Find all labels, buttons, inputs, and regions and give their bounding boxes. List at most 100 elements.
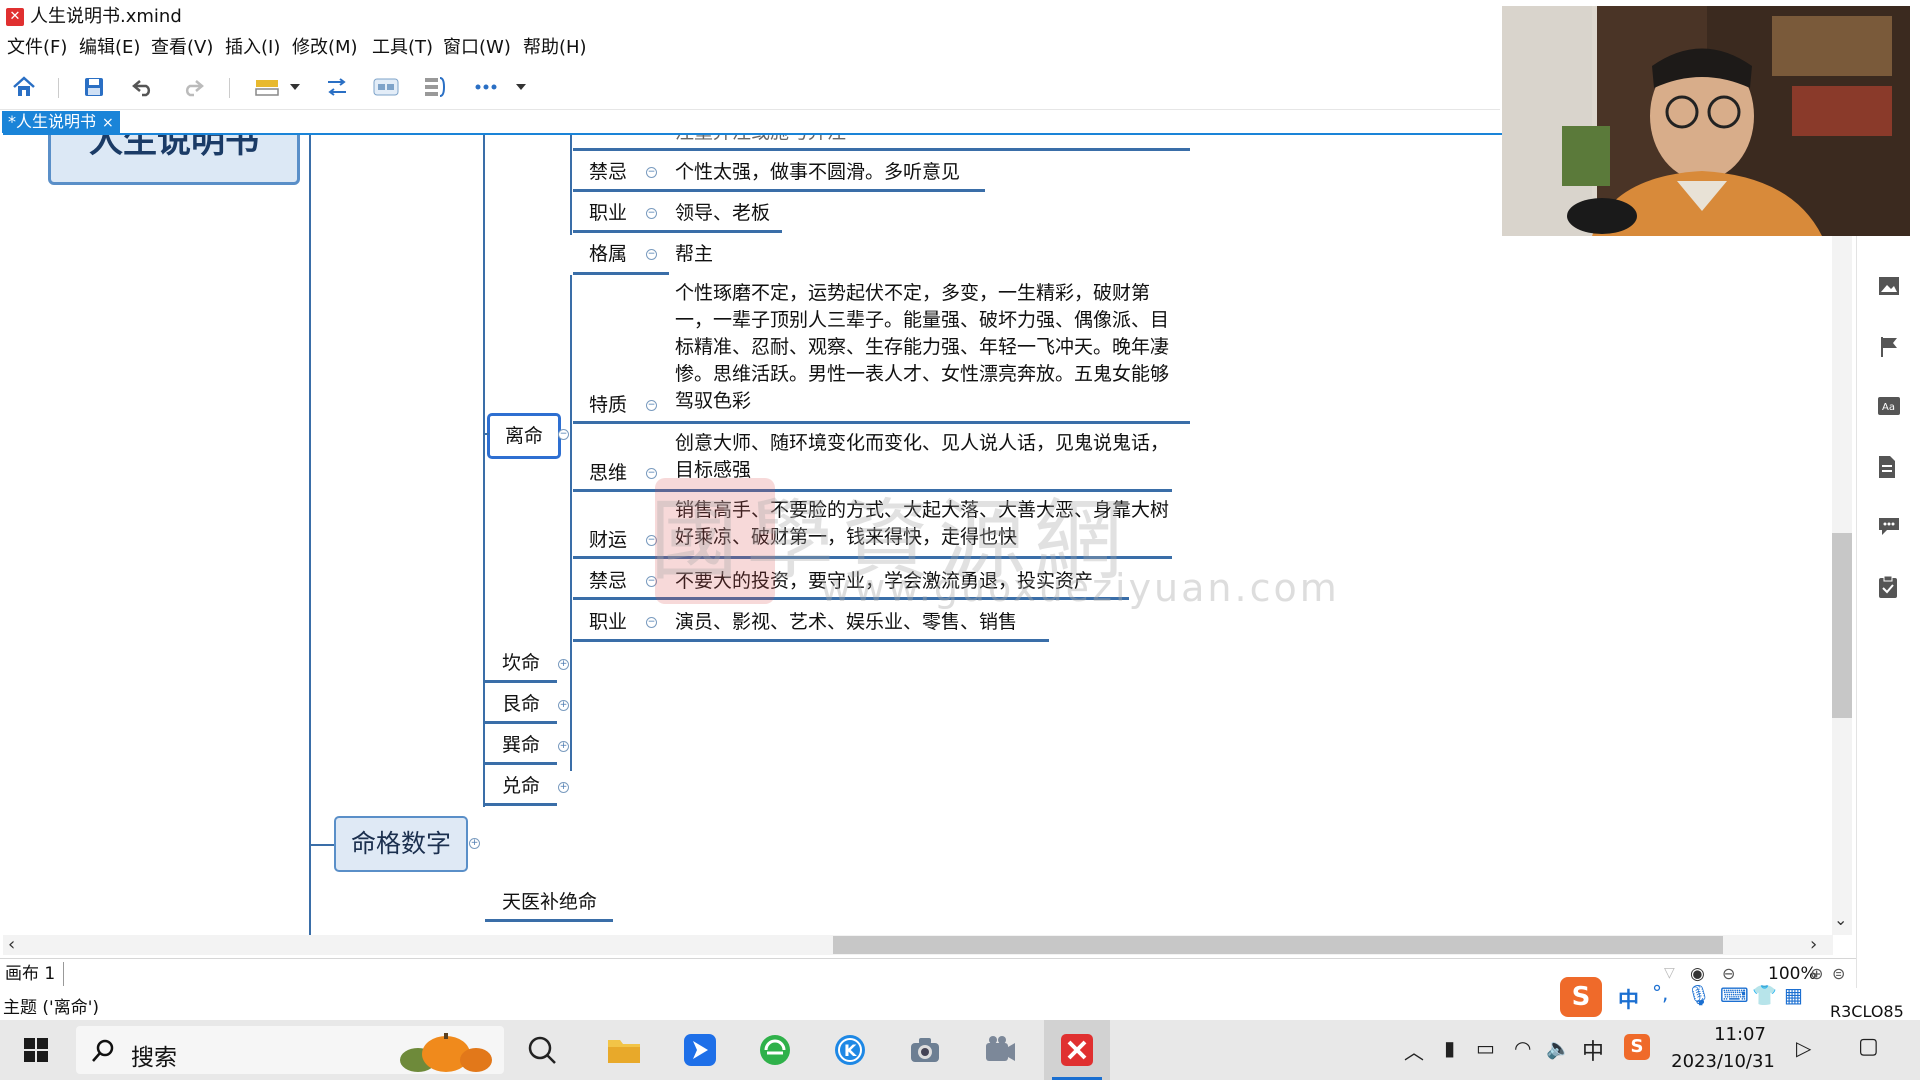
topic-underline <box>573 189 669 192</box>
menu-modify[interactable]: 修改(M) <box>292 37 358 59</box>
format-icon[interactable]: Aa <box>1877 395 1901 419</box>
xmind-app-icon[interactable] <box>1053 1026 1101 1074</box>
media-play-icon[interactable]: ▷ <box>1796 1036 1811 1060</box>
menu-window[interactable]: 窗口(W) <box>443 37 511 59</box>
collapse-toggle-icon[interactable]: − <box>646 617 657 628</box>
expand-toggle-icon[interactable]: + <box>558 659 569 670</box>
vertical-scroll-thumb[interactable] <box>1832 533 1852 718</box>
li-ming-row-label[interactable]: 财运 <box>589 527 627 553</box>
document-tab[interactable]: *人生说明书 × <box>2 111 120 133</box>
svg-text:Aa: Aa <box>1882 402 1895 413</box>
toolbar <box>0 65 1500 110</box>
pumpkin-illustration-icon <box>388 1030 498 1072</box>
bottom-topic[interactable]: 天医补绝命 <box>502 889 597 915</box>
clock-date[interactable]: 2023/10/31 <box>1668 1051 1778 1072</box>
file-explorer-icon[interactable] <box>600 1026 648 1074</box>
expand-toggle-icon[interactable]: + <box>558 700 569 711</box>
skin-icon[interactable]: 👕 <box>1752 983 1777 1007</box>
task-view-icon[interactable] <box>518 1026 566 1074</box>
input-language-indicator[interactable]: 中 <box>1582 1034 1604 1066</box>
browser-app-icon[interactable] <box>751 1026 799 1074</box>
li-ming-row-label[interactable]: 思维 <box>589 460 627 486</box>
marker-flag-icon[interactable] <box>1877 335 1901 359</box>
expand-toggle-icon[interactable]: + <box>558 782 569 793</box>
k-app-icon[interactable]: K <box>826 1026 874 1074</box>
scroll-down-icon[interactable]: ⌄ <box>1834 910 1847 929</box>
collapse-toggle-icon[interactable]: − <box>646 249 657 260</box>
usb-device-icon[interactable]: ▮ <box>1444 1036 1455 1060</box>
toolbox-icon[interactable]: ▦ <box>1784 983 1803 1007</box>
sibling-topic[interactable]: 坎命 <box>502 650 540 676</box>
li-ming-row-label[interactable]: 格属 <box>589 241 627 267</box>
notes-icon[interactable] <box>1877 455 1901 479</box>
collapse-toggle-icon[interactable]: − <box>646 400 657 411</box>
redo-icon[interactable] <box>178 72 208 102</box>
more-icon[interactable] <box>471 72 501 102</box>
sogou-tray-icon[interactable]: S <box>1624 1034 1650 1060</box>
menu-help[interactable]: 帮助(H) <box>523 37 587 59</box>
upper-row-value[interactable]: 个性太强，做事不圆滑。多听意见 <box>675 159 960 185</box>
recorder-app-icon[interactable] <box>976 1026 1024 1074</box>
li-ming-row-label[interactable]: 特质 <box>589 392 627 418</box>
expand-toggle-icon[interactable]: + <box>469 838 480 849</box>
collapse-toggle-icon[interactable]: − <box>646 208 657 219</box>
li-ming-row-label[interactable]: 职业 <box>589 609 627 635</box>
camera-app-icon[interactable] <box>901 1026 949 1074</box>
li-ming-row-value[interactable]: 个性琢磨不定，运势起伏不定，多变，一生精彩，破财第一，一辈子顶别人三辈子。能量强… <box>675 280 1185 415</box>
tray-chevron-up-icon[interactable]: ︿ <box>1404 1036 1424 1065</box>
clock-time[interactable]: 11:07 <box>1700 1024 1780 1045</box>
mingge-shuzi-topic[interactable]: 命格数字 <box>334 816 468 872</box>
fit-icon[interactable]: ⊜ <box>1832 964 1845 983</box>
li-ming-row-label[interactable]: 禁忌 <box>589 568 627 594</box>
collapse-toggle-icon[interactable]: − <box>558 429 569 440</box>
li-ming-row-value[interactable]: 演员、影视、艺术、娱乐业、零售、销售 <box>675 609 1017 635</box>
task-icon[interactable] <box>1877 575 1901 599</box>
battery-icon[interactable]: ▭ <box>1476 1036 1495 1060</box>
windows-start-icon[interactable] <box>12 1026 60 1074</box>
wifi-icon[interactable]: ◠ <box>1514 1036 1531 1060</box>
menu-view[interactable]: 查看(V) <box>151 37 213 59</box>
menu-insert[interactable]: 插入(I) <box>225 37 280 59</box>
horizontal-scroll-thumb[interactable] <box>833 936 1723 954</box>
upper-row-label[interactable]: 禁忌 <box>589 159 627 185</box>
summary-icon[interactable] <box>420 72 450 102</box>
li-ming-row-value[interactable]: 帮主 <box>675 241 713 267</box>
li-ming-topic[interactable]: 离命 <box>487 413 561 459</box>
collapse-toggle-icon[interactable]: − <box>646 167 657 178</box>
save-icon[interactable] <box>79 72 109 102</box>
ime-mode[interactable]: 中 <box>1618 984 1639 1014</box>
undo-icon[interactable] <box>128 72 158 102</box>
sibling-topic[interactable]: 巽命 <box>502 732 540 758</box>
feishu-app-icon[interactable] <box>676 1026 724 1074</box>
keyboard-icon[interactable]: ⌨ <box>1720 983 1749 1007</box>
menu-file[interactable]: 文件(F) <box>7 37 67 59</box>
comment-icon[interactable] <box>1877 515 1901 539</box>
home-icon[interactable] <box>9 72 39 102</box>
topic-underline <box>667 639 1049 642</box>
scroll-left-icon[interactable]: ‹ <box>8 934 15 955</box>
central-topic[interactable]: 人生说明书 <box>48 135 300 185</box>
punctuation-icon[interactable]: °, <box>1652 981 1668 1005</box>
relationship-icon[interactable] <box>322 72 352 102</box>
menu-tools[interactable]: 工具(T) <box>372 37 433 59</box>
upper-row-label[interactable]: 职业 <box>589 200 627 226</box>
volume-icon[interactable]: 🔈 <box>1546 1036 1571 1060</box>
dropdown-icon[interactable] <box>513 72 529 102</box>
topic-style-icon[interactable] <box>252 72 282 102</box>
ime-code: R3CLO85 <box>1830 1002 1904 1021</box>
expand-toggle-icon[interactable]: + <box>558 741 569 752</box>
dropdown-icon[interactable] <box>287 72 303 102</box>
boundary-icon[interactable] <box>371 72 401 102</box>
close-tab-icon[interactable]: × <box>102 115 114 131</box>
sibling-topic[interactable]: 兑命 <box>502 773 540 799</box>
sheet-tab[interactable]: 画布 1 <box>5 962 65 986</box>
microphone-icon[interactable]: 🎙 <box>1686 983 1711 1007</box>
sibling-topic[interactable]: 艮命 <box>502 691 540 717</box>
notification-center-icon[interactable]: ▢ <box>1858 1034 1879 1059</box>
connector-line <box>570 275 572 771</box>
sogou-logo-icon[interactable]: S <box>1560 977 1602 1017</box>
upper-row-value[interactable]: 领导、老板 <box>675 200 770 226</box>
image-icon[interactable] <box>1877 275 1901 299</box>
scroll-right-icon[interactable]: › <box>1810 934 1817 955</box>
menu-edit[interactable]: 编辑(E) <box>79 37 140 59</box>
